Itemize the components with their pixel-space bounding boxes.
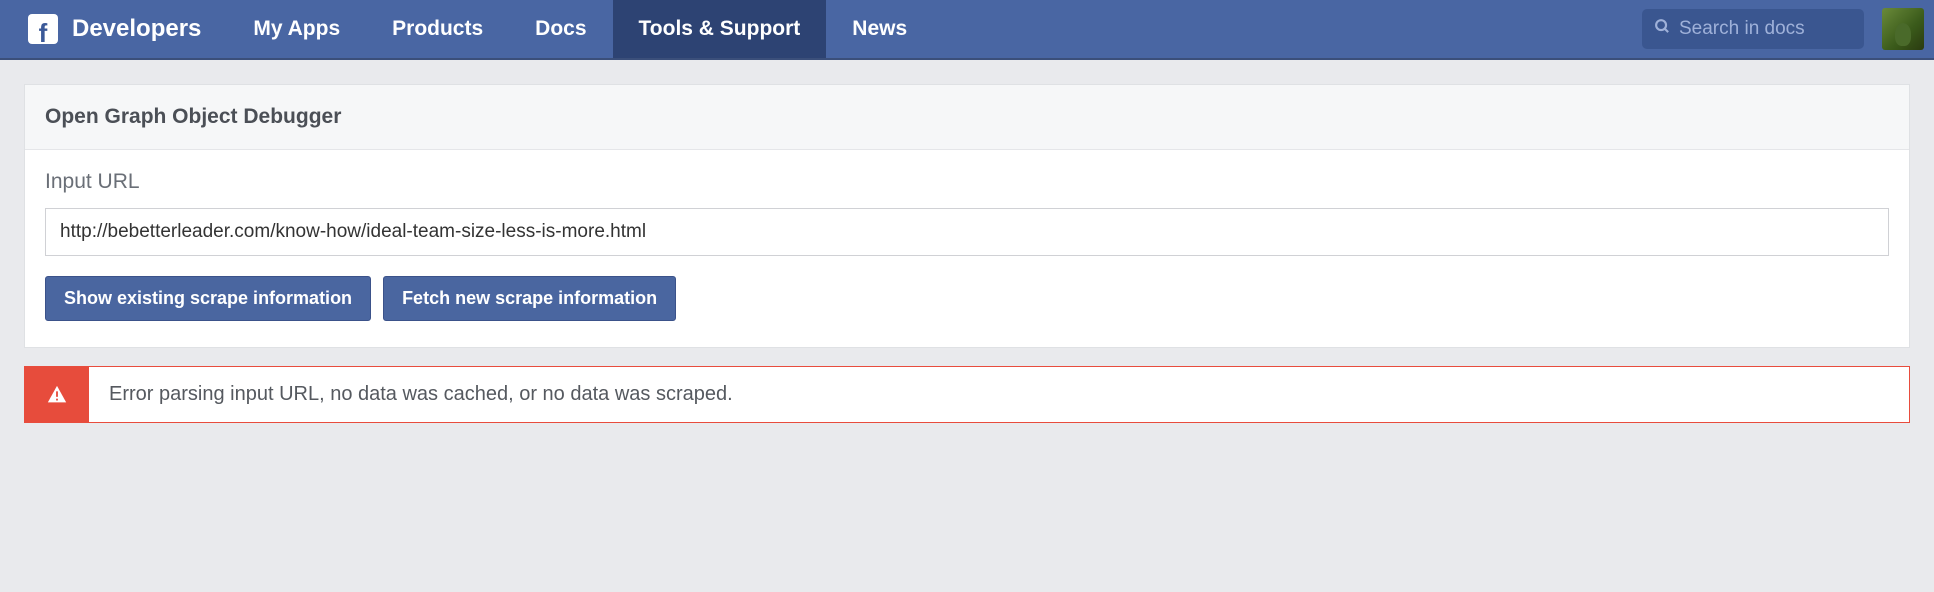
button-row: Show existing scrape information Fetch n… [45, 276, 1889, 321]
facebook-logo-icon: f [28, 14, 58, 44]
input-url-label: Input URL [45, 170, 1889, 194]
nav-news[interactable]: News [826, 0, 933, 58]
search-container [1628, 0, 1878, 58]
debugger-panel: Open Graph Object Debugger Input URL Sho… [24, 84, 1910, 348]
page-title: Open Graph Object Debugger [45, 105, 1889, 129]
show-existing-scrape-button[interactable]: Show existing scrape information [45, 276, 371, 321]
input-url-field[interactable] [45, 208, 1889, 256]
fetch-new-scrape-button[interactable]: Fetch new scrape information [383, 276, 676, 321]
nav-my-apps[interactable]: My Apps [227, 0, 366, 58]
primary-nav: My Apps Products Docs Tools & Support Ne… [227, 0, 933, 58]
error-alert: Error parsing input URL, no data was cac… [24, 366, 1910, 423]
nav-docs[interactable]: Docs [509, 0, 612, 58]
top-navbar: f Developers My Apps Products Docs Tools… [0, 0, 1934, 60]
brand[interactable]: f Developers [0, 0, 227, 58]
search-icon [1654, 18, 1671, 40]
search-box[interactable] [1642, 9, 1864, 49]
search-input[interactable] [1679, 18, 1852, 40]
nav-products[interactable]: Products [366, 0, 509, 58]
nav-tools-support[interactable]: Tools & Support [613, 0, 827, 58]
panel-header: Open Graph Object Debugger [25, 85, 1909, 150]
avatar[interactable] [1882, 8, 1924, 50]
error-message: Error parsing input URL, no data was cac… [89, 367, 753, 422]
panel-body: Input URL Show existing scrape informati… [25, 150, 1909, 347]
brand-label: Developers [72, 15, 201, 43]
warning-icon [25, 367, 89, 422]
